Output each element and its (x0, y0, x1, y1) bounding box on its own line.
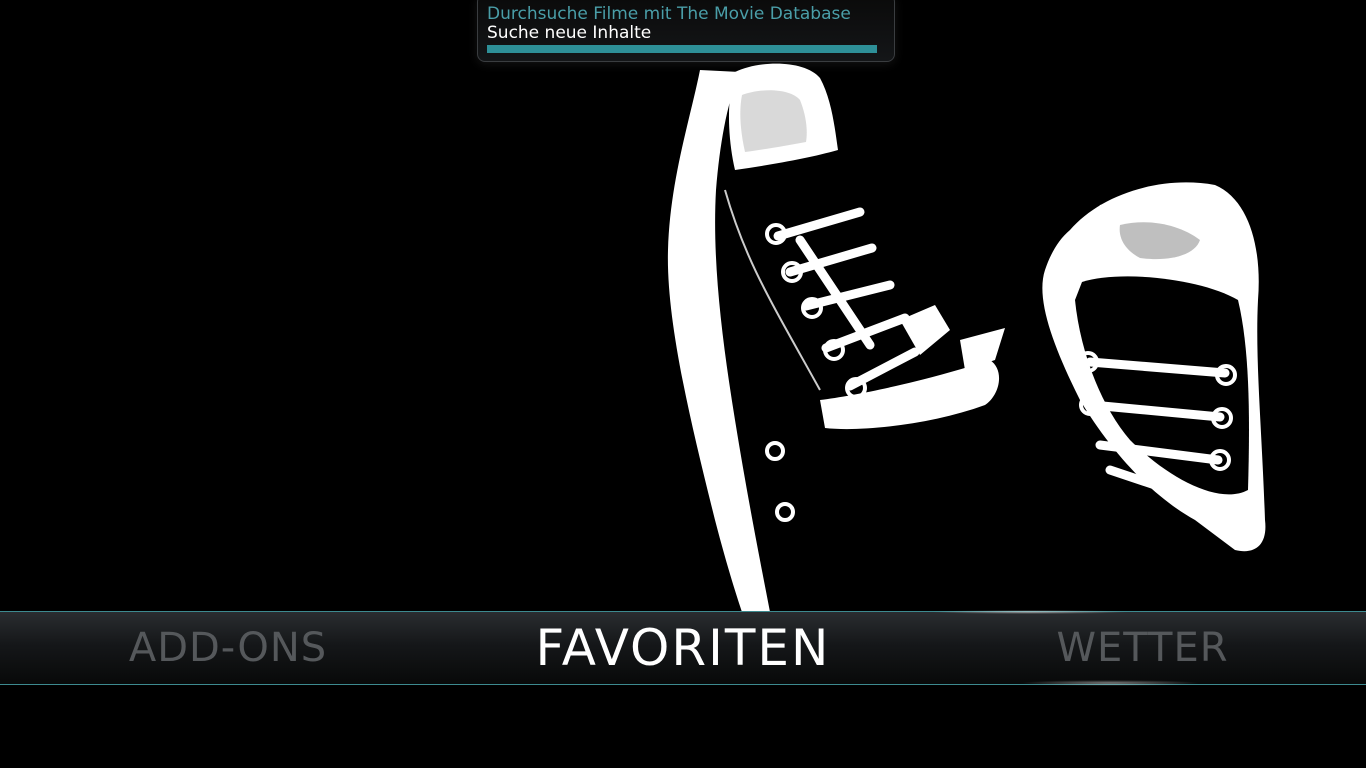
menu-item-wetter[interactable]: WETTER (1000, 614, 1285, 682)
menu-item-add-ons[interactable]: ADD-ONS (78, 614, 378, 682)
notification-message: Suche neue Inhalte (487, 23, 652, 43)
menu-item-favoriten[interactable]: FAVORITEN (483, 614, 883, 682)
notification-heading: Durchsuche Filme mit The Movie Database (487, 4, 851, 24)
scan-progress-bar (487, 45, 877, 53)
scan-progress-fill (487, 45, 877, 53)
scan-notification-dialog: Durchsuche Filme mit The Movie Database … (477, 0, 895, 62)
